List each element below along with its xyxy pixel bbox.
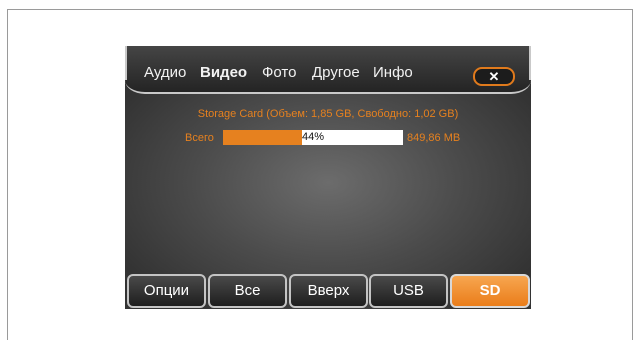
- options-button[interactable]: Опции: [127, 274, 206, 308]
- close-icon: ✕: [488, 69, 500, 84]
- storage-info: Storage Card (Объем: 1,85 GB, Свободно: …: [197, 108, 459, 120]
- usage-size: 849,86 MB: [407, 132, 461, 144]
- sd-button[interactable]: SD: [450, 274, 530, 308]
- tab-audio[interactable]: Аудио: [144, 64, 186, 82]
- tab-other[interactable]: Другое: [312, 64, 360, 82]
- usb-button[interactable]: USB: [369, 274, 448, 308]
- tab-info[interactable]: Инфо: [373, 64, 413, 82]
- usage-progress-bar: 44%: [223, 130, 403, 145]
- device-screen: Аудио Видео Фото Другое Инфо ✕ Storage C…: [125, 46, 531, 309]
- total-label: Всего: [185, 132, 214, 144]
- usage-percent: 44%: [301, 131, 325, 143]
- close-button[interactable]: ✕: [473, 67, 515, 86]
- tab-bar: Аудио Видео Фото Другое Инфо ✕: [125, 46, 531, 94]
- tab-photo[interactable]: Фото: [262, 64, 296, 82]
- tab-video[interactable]: Видео: [200, 64, 247, 82]
- all-button[interactable]: Все: [208, 274, 287, 308]
- up-button[interactable]: Вверх: [289, 274, 368, 308]
